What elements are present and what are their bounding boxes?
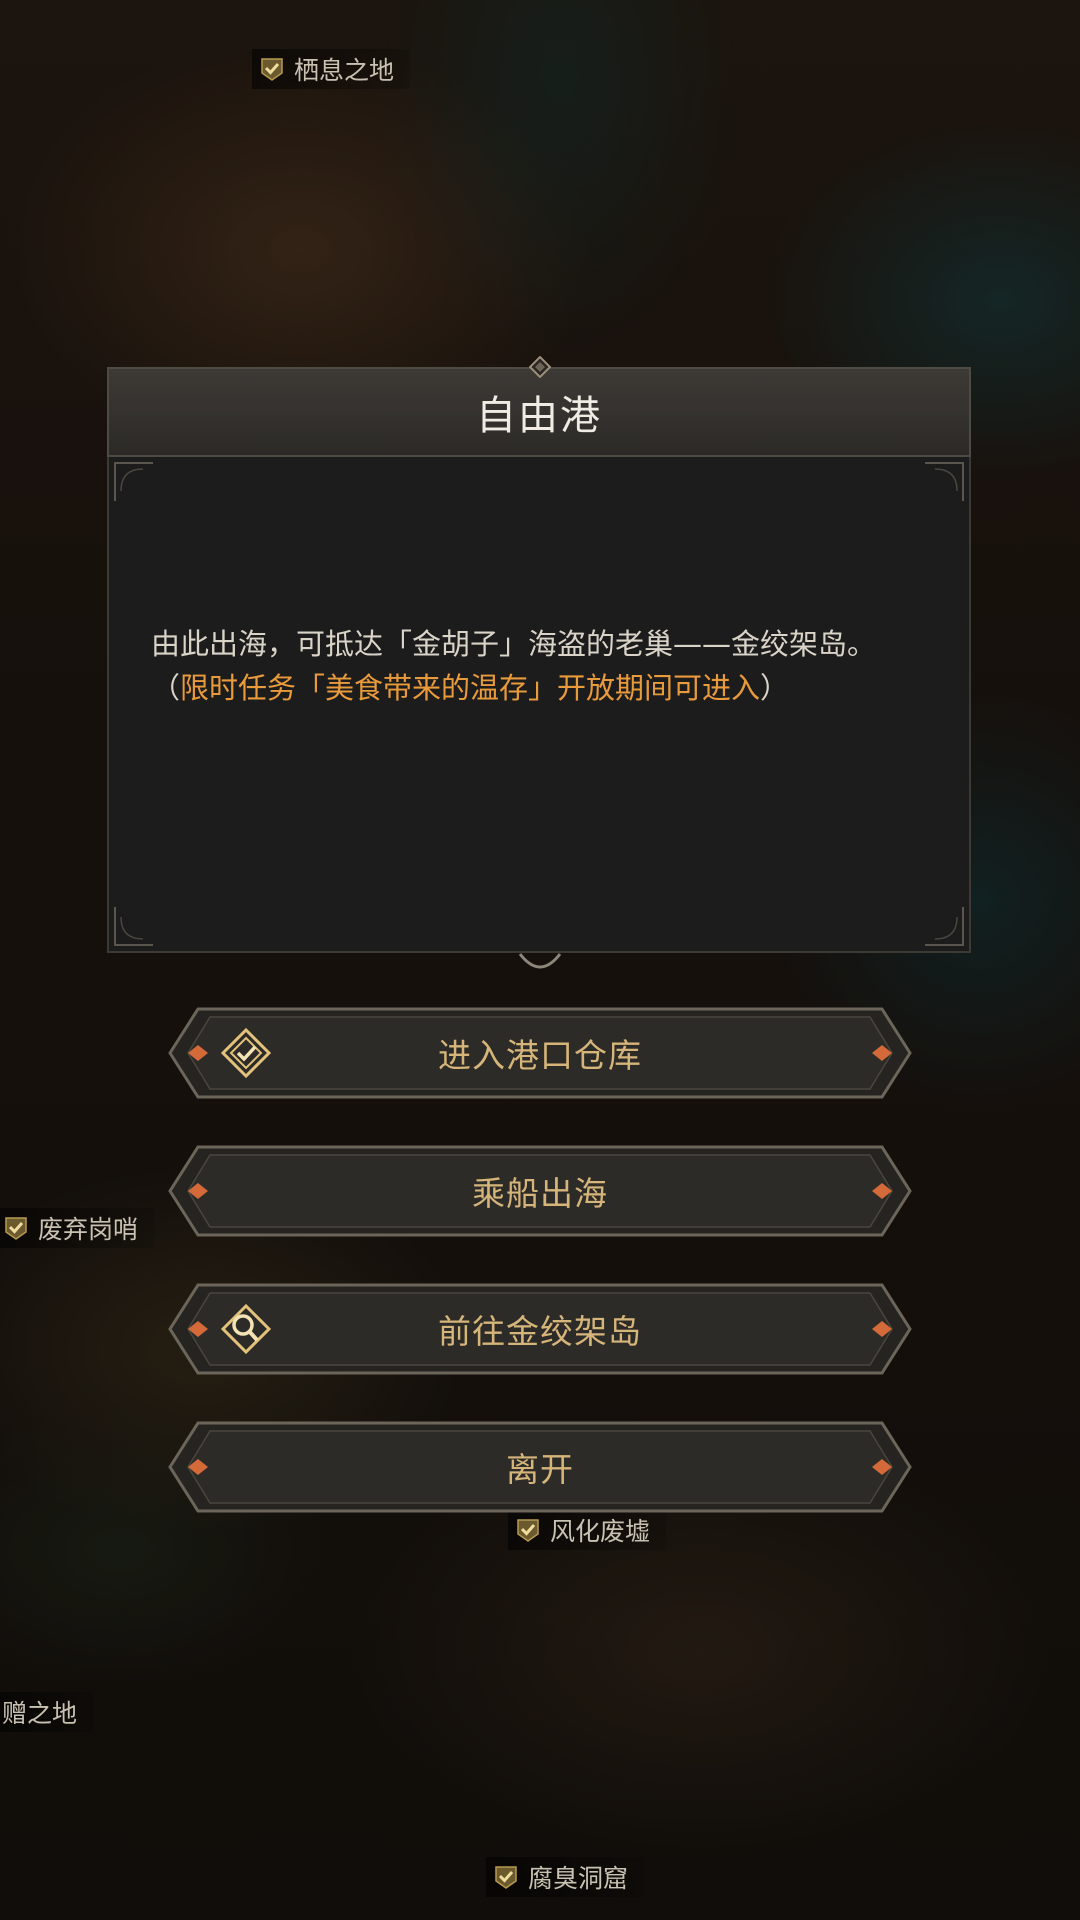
note-close-paren: ）	[760, 671, 790, 705]
corner-ornament-icon	[925, 907, 964, 946]
button-label: 进入港口仓库	[438, 1036, 642, 1075]
check-icon	[5, 1217, 27, 1240]
map-label-center[interactable]: 风化废墟	[508, 1510, 667, 1550]
map-label-lower-left[interactable]: 赠之地	[0, 1692, 94, 1732]
dialog-description-block: 由此出海，可抵达「金胡子」海盗的老巢——金绞架岛。 （限时任务「美食带来的温存」…	[151, 622, 931, 710]
map-label-text: 废弃岗哨	[38, 1215, 139, 1244]
corner-ornament-icon	[925, 462, 964, 501]
button-label: 离开	[506, 1450, 574, 1489]
dialog-note: （限时任务「美食带来的温存」开放期间可进入）	[151, 666, 931, 710]
dialog-title: 自由港	[476, 393, 602, 439]
corner-ornament-icon	[114, 462, 153, 501]
button-label: 乘船出海	[472, 1174, 608, 1213]
corner-ornament-icon	[114, 907, 153, 946]
goto-island-button[interactable]: 前往金绞架岛	[168, 1281, 912, 1377]
check-icon	[261, 58, 283, 81]
note-open-paren: （	[151, 671, 181, 705]
dialog-body: 由此出海，可抵达「金胡子」海盗的老巢——金绞架岛。 （限时任务「美食带来的温存」…	[107, 457, 971, 953]
title-ornament-icon	[529, 356, 551, 378]
location-dialog: 自由港 由此出海，可抵达「金胡子」海盗的老巢——金绞架岛。 （限时任务「美食带来…	[107, 356, 971, 953]
dialog-description: 由此出海，可抵达「金胡子」海盗的老巢——金绞架岛。	[151, 627, 877, 661]
dialog-knob-ornament	[518, 953, 562, 969]
map-label-text: 风化废墟	[550, 1517, 651, 1546]
map-label-text: 腐臭洞窟	[528, 1864, 629, 1893]
button-label: 前往金绞架岛	[438, 1312, 642, 1351]
map-label-top[interactable]: 栖息之地	[252, 49, 411, 89]
map-label-left[interactable]: 废弃岗哨	[0, 1208, 155, 1248]
map-label-text: 栖息之地	[294, 56, 395, 85]
set-sail-button[interactable]: 乘船出海	[168, 1143, 912, 1239]
check-icon	[517, 1519, 539, 1542]
check-icon	[495, 1866, 517, 1889]
map-label-text: 赠之地	[2, 1699, 78, 1728]
dialog-title-bar: 自由港	[107, 367, 971, 457]
note-highlight: 限时任务「美食带来的温存」开放期间可进入	[180, 671, 761, 705]
enter-warehouse-button[interactable]: 进入港口仓库	[168, 1005, 912, 1101]
leave-button[interactable]: 离开	[168, 1419, 912, 1515]
map-label-bottom[interactable]: 腐臭洞窟	[486, 1857, 645, 1897]
